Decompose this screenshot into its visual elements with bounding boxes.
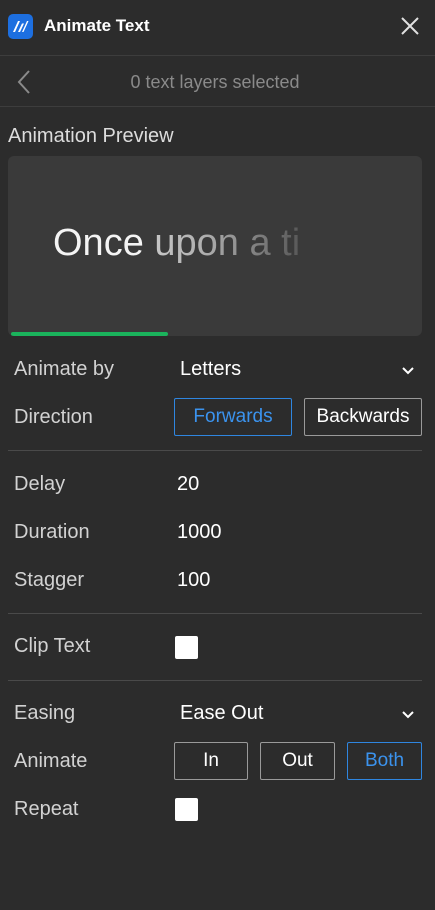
- easing-select[interactable]: Ease Out: [180, 702, 263, 725]
- animate-both-button[interactable]: Both: [347, 742, 422, 780]
- duration-input[interactable]: 1000: [177, 521, 222, 544]
- direction-label: Direction: [14, 406, 93, 428]
- title-bar: Animate Text: [0, 0, 435, 56]
- chevron-down-icon: [402, 367, 414, 375]
- animate-by-dropdown[interactable]: [400, 364, 416, 376]
- close-button[interactable]: [398, 14, 422, 38]
- animate-out-button[interactable]: Out: [260, 742, 335, 780]
- clip-text-label: Clip Text: [14, 635, 91, 657]
- animate-by-label: Animate by: [14, 358, 115, 380]
- animate-label: Animate: [14, 750, 88, 772]
- close-icon: [401, 17, 419, 35]
- direction-backwards-button[interactable]: Backwards: [304, 398, 422, 436]
- direction-forwards-button[interactable]: Forwards: [174, 398, 292, 436]
- stagger-label: Stagger: [14, 569, 85, 591]
- delay-input[interactable]: 20: [177, 473, 199, 496]
- selection-status: 0 text layers selected: [130, 72, 300, 92]
- animate-in-button[interactable]: In: [174, 742, 248, 780]
- repeat-checkbox[interactable]: [175, 798, 198, 821]
- preview-progress-bar: [11, 332, 168, 336]
- clip-text-checkbox[interactable]: [175, 636, 198, 659]
- animation-preview: Once upon a ti: [8, 156, 422, 336]
- preview-title: Animation Preview: [8, 125, 174, 147]
- selection-bar: 0 text layers selected: [0, 57, 435, 107]
- duration-label: Duration: [14, 521, 90, 543]
- repeat-label: Repeat: [14, 798, 79, 820]
- chevron-down-icon: [402, 711, 414, 719]
- preview-text: Once upon a ti: [53, 222, 323, 265]
- delay-label: Delay: [14, 473, 66, 495]
- animate-text-panel: Animate Text 0 text layers selected Anim…: [0, 0, 435, 910]
- easing-label: Easing: [14, 702, 76, 724]
- preview-progress-track: [8, 332, 422, 336]
- easing-dropdown[interactable]: [400, 708, 416, 720]
- divider: [8, 450, 422, 451]
- app-title: Animate Text: [44, 16, 150, 35]
- stagger-input[interactable]: 100: [177, 569, 210, 592]
- animate-by-select[interactable]: Letters: [180, 358, 241, 381]
- animate-logo-icon: [8, 14, 33, 39]
- divider: [8, 613, 422, 614]
- divider: [8, 680, 422, 681]
